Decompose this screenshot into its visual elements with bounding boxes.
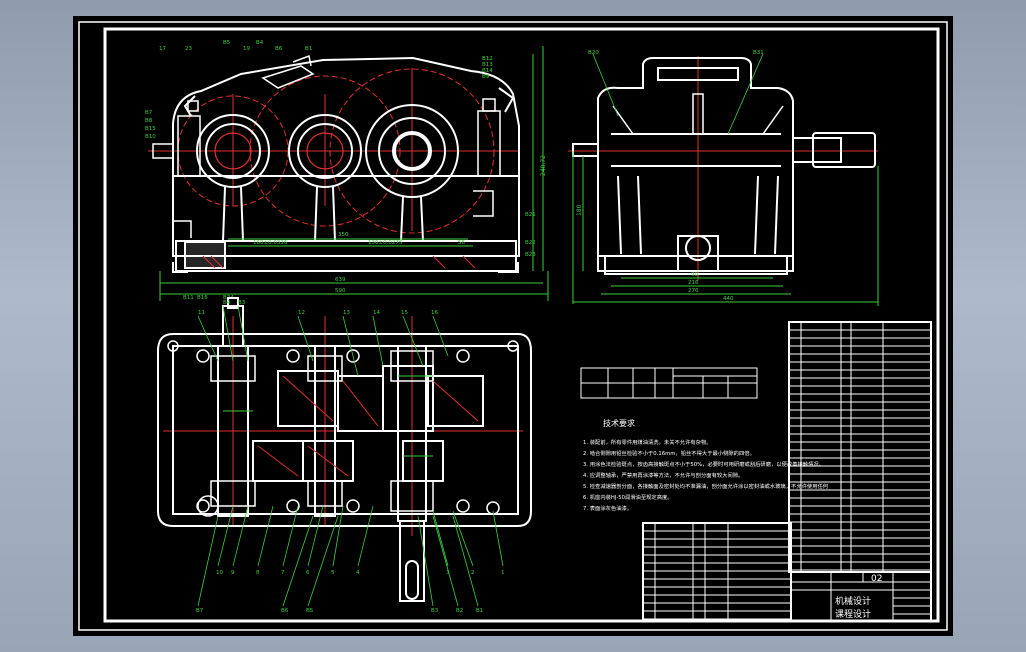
parts-list-left	[642, 522, 792, 622]
front-dim-total: 639	[335, 277, 346, 283]
side-view	[568, 53, 879, 306]
plan-balloon-bottom: B2	[456, 608, 463, 614]
plan-view-labels: 11 B4 B3 12 13 14 15 16 10 9 8 7 6 5 4 3 2 1 B7 B6 B5 B3 B2 B1	[196, 300, 505, 614]
front-dim-160: 160±0.0316	[253, 240, 288, 246]
drawing-number: 02	[871, 574, 882, 584]
front-balloon: B11	[183, 295, 194, 301]
note-line: 6. 机座内装HJ-50润滑油至规定高度。	[583, 493, 673, 501]
side-dim-height: 180	[576, 204, 583, 216]
plan-balloon-bottom: 4	[356, 570, 360, 576]
plan-balloon-top: 16	[431, 310, 438, 316]
front-view	[148, 46, 549, 301]
front-dim-56: 56	[458, 240, 465, 246]
note-line: 3. 用涂色法检验斑点，按齿高接触斑点不小于50%，必要时可用研磨或刮后研磨，以…	[583, 460, 824, 468]
front-balloon: 19	[243, 46, 250, 52]
drawing-sheet: 17 23 B5 19 B4 B6 B1 B12 B13 B14 B7 B8 B15 B9 B10 B11 B1…	[73, 16, 953, 636]
plan-balloon-bottom: 6	[306, 570, 310, 576]
sheet-border-outer	[78, 21, 948, 631]
plan-balloon-top: B4	[223, 300, 231, 306]
plan-balloon-top: 11	[198, 310, 205, 316]
side-dim-440: 440	[723, 296, 734, 302]
front-balloon: B6	[275, 46, 283, 52]
plan-balloon-bottom: 3	[446, 570, 450, 576]
side-dim-216: 216	[688, 280, 699, 286]
plan-balloon-bottom: 5	[331, 570, 335, 576]
plan-balloon-bottom: B7	[196, 608, 204, 614]
front-dim-350: 350	[338, 232, 349, 238]
note-line: 2. 啮合侧隙用铅丝检验不小于0.16mm，铅丝不得大于最小侧隙的四倍。	[583, 449, 755, 457]
plan-balloon-bottom: B1	[476, 608, 483, 614]
front-balloon: B15	[145, 126, 156, 132]
front-balloon: 23	[185, 46, 192, 52]
front-balloon: B23	[525, 252, 536, 258]
title-line-1: 机械设计	[835, 595, 871, 607]
title-line-2: 课程设计	[835, 608, 871, 620]
plan-view	[157, 297, 532, 607]
front-dim-590: 590	[335, 288, 346, 294]
front-balloon: B10	[145, 134, 156, 140]
front-dim-130: 130±0.0275	[368, 240, 403, 246]
front-balloon: 17	[159, 46, 166, 52]
cad-viewport: 17 23 B5 19 B4 B6 B1 B12 B13 B14 B7 B8 B15 B9 B10 B11 B1…	[0, 0, 1026, 652]
side-balloon: B20	[588, 50, 599, 56]
assembly-drawing: 17 23B519B4B6 B1B12B13B14B7B8B15B9B10B11 B1…	[78, 21, 948, 631]
plan-balloon-bottom: B6	[281, 608, 289, 614]
parts-list-right	[788, 321, 932, 573]
plan-balloon-bottom: 8	[256, 570, 260, 576]
note-line: 4. 应调整轴承，严禁用再涂漆等方法，不允许与剖分面有较大间隙。	[583, 471, 743, 479]
plan-balloon-bottom: B3	[431, 608, 439, 614]
front-balloon: B1	[305, 46, 312, 52]
side-dim-276: 276	[688, 288, 699, 294]
front-balloon: B5	[223, 40, 231, 46]
plan-balloon-bottom: 1	[501, 570, 505, 576]
plan-balloon-bottom: 2	[471, 570, 475, 576]
gear-spec-table	[580, 367, 758, 399]
plan-balloon-bottom: 7	[281, 570, 285, 576]
sheet-border-inner	[103, 27, 940, 623]
plan-balloon-top: 14	[373, 310, 380, 316]
plan-balloon-top: 12	[298, 310, 305, 316]
plan-balloon-bottom: B5	[306, 608, 314, 614]
front-balloon: B16	[197, 295, 208, 301]
plan-balloon-top: 13	[343, 310, 350, 316]
notes-title: 技术要求	[603, 418, 635, 428]
front-balloon: B9	[482, 74, 490, 80]
plan-balloon-top: 15	[401, 310, 408, 316]
note-line: 5. 检查减速器剖分面，各接触面及密封处均不准漏油，剖分面允许涂以密封油或水玻璃…	[583, 482, 829, 490]
note-line: 7. 表面涂灰色油漆。	[583, 504, 632, 512]
plan-balloon-top: B3	[238, 300, 246, 306]
front-dim-height: 240.72	[540, 155, 547, 176]
front-balloon: B4	[256, 40, 264, 46]
side-balloon: B31	[753, 50, 764, 56]
plan-balloon-bottom: 10	[216, 570, 223, 576]
plan-balloon-bottom: 9	[231, 570, 235, 576]
front-balloon: B21	[525, 212, 536, 218]
note-line: 1. 装配前，所有零件用煤油清洗，未关不允许有杂物。	[583, 438, 712, 446]
front-balloon: B7	[145, 110, 153, 116]
front-balloon: B8	[145, 118, 153, 124]
side-dim-90: 90	[691, 272, 698, 278]
front-balloon: B22	[525, 240, 536, 246]
